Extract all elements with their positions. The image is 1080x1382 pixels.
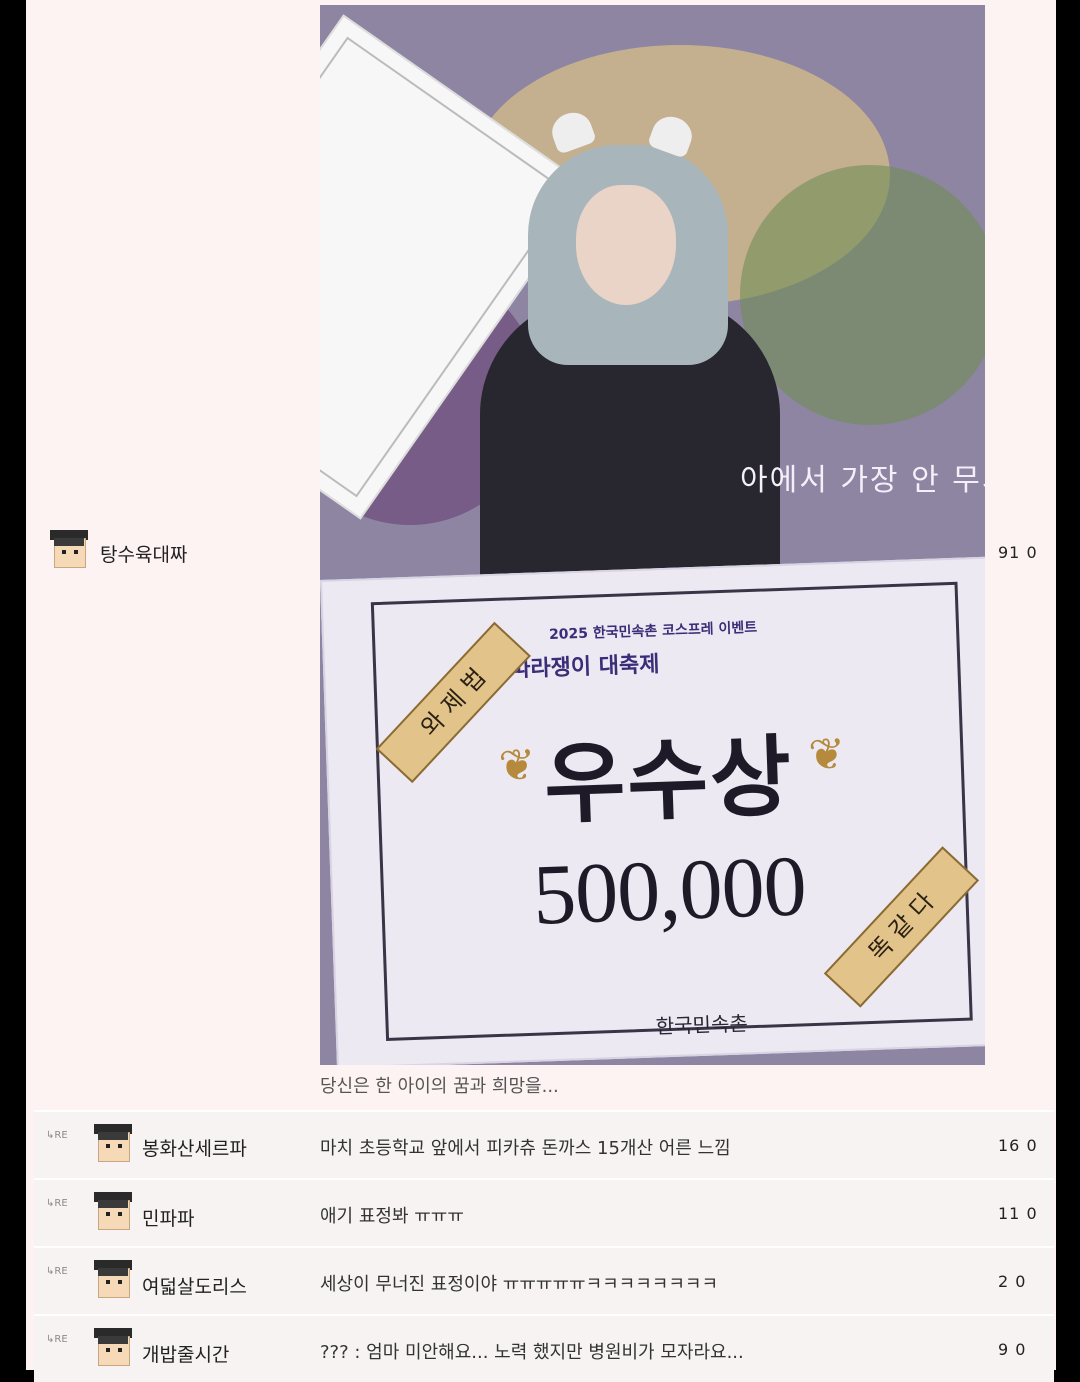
reply-vote-count: 11 0 (998, 1204, 1038, 1223)
mural-shape (740, 165, 985, 425)
avatar-icon[interactable] (94, 1124, 132, 1162)
award-subtitle: 따라쟁이 대축제 (509, 652, 660, 683)
reply-nickname[interactable]: 민파파 (142, 1204, 194, 1231)
laurel-icon: ❦ (807, 728, 847, 782)
award-title: 우수상 (542, 723, 795, 837)
reply-arrow-icon: ↳RE (46, 1130, 68, 1141)
reply-nickname[interactable]: 여덟살도리스 (142, 1272, 247, 1299)
award-amount: 500,000 (531, 837, 808, 943)
reply-nickname[interactable]: 개밥줄시간 (142, 1340, 229, 1367)
post-image: 아에서 가장 안 무서 2025 한국민속촌 코스프레 이벤트 따라쟁이 대축제… (320, 5, 985, 1065)
reply-arrow-icon: ↳RE (46, 1266, 68, 1277)
reply-nickname[interactable]: 봉화산세르파 (142, 1134, 247, 1161)
comment-vote-count: 91 0 (998, 543, 1038, 562)
reply-arrow-icon: ↳RE (46, 1198, 68, 1209)
reply-row: ↳RE 봉화산세르파 마치 초등학교 앞에서 피카츄 돈까스 15개산 어른 느… (34, 1110, 1054, 1178)
avatar-icon[interactable] (94, 1192, 132, 1230)
reply-vote-count: 2 0 (998, 1272, 1027, 1291)
reply-vote-count: 16 0 (998, 1136, 1038, 1155)
avatar-icon[interactable] (94, 1260, 132, 1298)
award-organizer: 한국민속촌 (655, 1011, 749, 1039)
reply-arrow-icon: ↳RE (46, 1334, 68, 1345)
reply-row: ↳RE 여덟살도리스 세상이 무너진 표정이야 ㅠㅠㅠㅠㅠㅋㅋㅋㅋㅋㅋㅋㅋ 2 … (34, 1246, 1054, 1314)
reply-text: ??? : 엄마 미안해요... 노력 했지만 병원비가 모자라요... (320, 1342, 744, 1363)
reply-text: 세상이 무너진 표정이야 ㅠㅠㅠㅠㅠㅋㅋㅋㅋㅋㅋㅋㅋ (320, 1274, 719, 1295)
comment-nickname[interactable]: 탕수육대짜 (100, 540, 187, 567)
banner-text: 아에서 가장 안 무서 (740, 463, 985, 498)
award-board: 2025 한국민속촌 코스프레 이벤트 따라쟁이 대축제 와 제 법 ❦ 우수상… (320, 556, 985, 1065)
person-face (576, 185, 676, 305)
avatar-icon[interactable] (50, 530, 88, 568)
avatar-icon[interactable] (94, 1328, 132, 1366)
reply-text: 마치 초등학교 앞에서 피카츄 돈까스 15개산 어른 느낌 (320, 1138, 731, 1159)
reply-row: ↳RE 개밥줄시간 ??? : 엄마 미안해요... 노력 했지만 병원비가 모… (34, 1314, 1054, 1382)
reply-vote-count: 9 0 (998, 1340, 1027, 1359)
laurel-icon: ❦ (497, 739, 537, 792)
comment-caption: 당신은 한 아이의 꿈과 희망을... (320, 1076, 559, 1097)
reply-text: 애기 표정봐 ㅠㅠㅠ (320, 1206, 464, 1227)
reply-row: ↳RE 민파파 애기 표정봐 ㅠㅠㅠ 11 0 (34, 1178, 1054, 1246)
